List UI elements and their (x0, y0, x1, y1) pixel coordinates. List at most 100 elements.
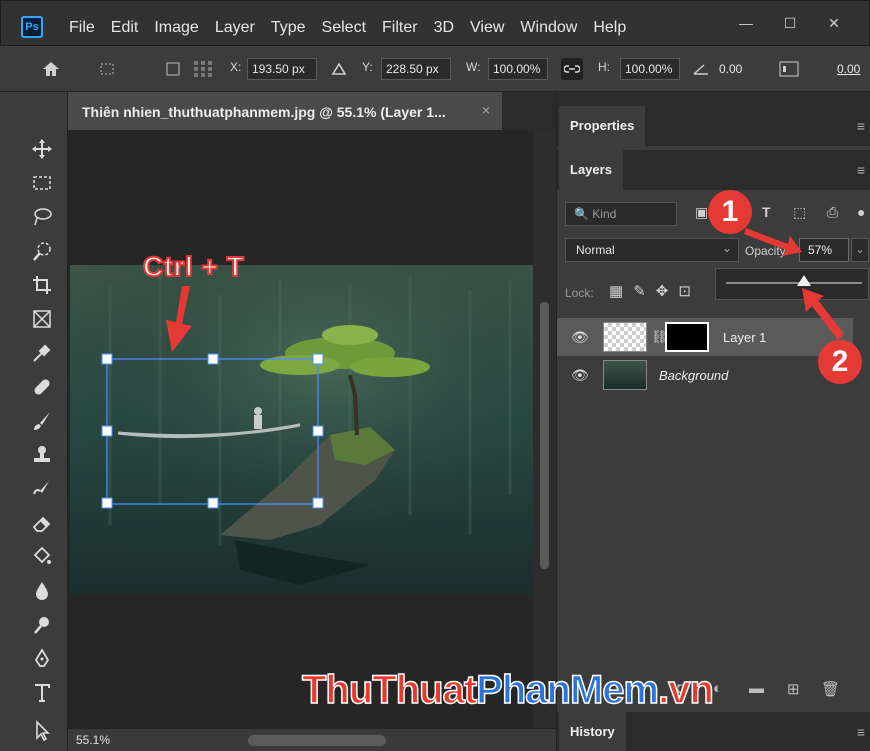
panel-menu-icon[interactable]: ≡ (857, 118, 865, 134)
h-label: H: (598, 60, 610, 74)
blend-mode-value: Normal (576, 243, 615, 257)
close-button[interactable]: ✕ (814, 9, 854, 37)
menu-image[interactable]: Image (146, 19, 206, 37)
maximize-button[interactable]: ☐ (770, 9, 810, 37)
brush-tool-icon[interactable] (27, 406, 57, 436)
angle-icon (690, 58, 712, 80)
opacity-field[interactable]: 57% (799, 238, 849, 262)
angle-field[interactable]: 0.00 (714, 58, 774, 80)
smart-object-filter-icon[interactable]: ⎙ (827, 204, 838, 221)
menu-edit[interactable]: Edit (103, 19, 147, 37)
transform-bounding-box[interactable] (100, 352, 326, 510)
type-tool-icon[interactable] (27, 678, 57, 708)
lock-artboard-icon[interactable]: ⊡ (678, 282, 691, 300)
layer-kind-filter[interactable]: 🔍 Kind (565, 202, 677, 226)
dodge-tool-icon[interactable] (27, 610, 57, 640)
panel-menu-icon[interactable]: ≡ (857, 724, 865, 740)
annotation-arrow-icon (166, 286, 192, 352)
menu-window[interactable]: Window (512, 19, 585, 37)
move-tool-icon[interactable] (27, 134, 57, 164)
zoom-level[interactable]: 55.1% (76, 733, 110, 747)
opacity-slider-thumb[interactable] (796, 275, 811, 286)
lock-image-icon[interactable]: ✎ (633, 282, 646, 300)
x-label: X: (230, 60, 242, 74)
shape-filter-icon[interactable]: ⬚ (793, 204, 806, 221)
properties-tab[interactable]: Properties (559, 106, 646, 146)
layer-mask-thumbnail[interactable] (665, 322, 709, 352)
link-icon[interactable] (561, 58, 583, 80)
close-tab-icon[interactable]: × (482, 102, 490, 118)
new-group-icon[interactable]: ▬ (749, 680, 764, 697)
eyedropper-tool-icon[interactable] (27, 338, 57, 368)
document-tab-bar: Thiên nhien_thuthuatphanmem.jpg @ 55.1% … (68, 92, 556, 130)
menu-file[interactable]: File (61, 19, 103, 37)
height-field[interactable]: 100.00% (620, 58, 680, 80)
healing-brush-tool-icon[interactable] (27, 372, 57, 402)
reference-point-checkbox[interactable] (162, 58, 184, 80)
lock-transparent-icon[interactable]: ▦ (609, 282, 623, 300)
vertical-scroll-thumb[interactable] (540, 302, 549, 569)
adjustment-layer-icon[interactable]: ◐ (713, 680, 722, 697)
menu-help[interactable]: Help (585, 19, 634, 37)
panel-menu-icon[interactable]: ≡ (857, 162, 865, 178)
opacity-slider-track[interactable] (726, 282, 862, 284)
delta-icon[interactable] (328, 58, 350, 80)
reference-point-grid-icon[interactable] (192, 58, 214, 80)
visibility-eye-icon[interactable]: 👁 (571, 329, 589, 346)
photoshop-logo: Ps (21, 16, 43, 38)
pixel-filter-icon[interactable]: ▣ (695, 204, 708, 221)
opacity-dropdown-chevron-icon[interactable]: ⌄ (851, 238, 869, 262)
y-position-field[interactable]: 228.50 px (381, 58, 451, 80)
horizontal-scroll-thumb[interactable] (248, 735, 386, 746)
pen-tool-icon[interactable] (27, 644, 57, 674)
y-label: Y: (362, 60, 373, 74)
lasso-tool-icon[interactable] (27, 202, 57, 232)
menu-3d[interactable]: 3D (426, 19, 462, 37)
crop-tool-icon[interactable] (27, 270, 57, 300)
panel-collapse-strip[interactable] (557, 92, 870, 106)
visibility-eye-icon[interactable]: 👁 (571, 367, 589, 384)
menu-select[interactable]: Select (314, 19, 374, 37)
shortcut-annotation: Ctrl + T (142, 250, 245, 283)
marquee-tool-icon[interactable] (27, 168, 57, 198)
layer-thumbnail (603, 360, 647, 390)
menu-bar: Ps File Edit Image Layer Type Select Fil… (0, 0, 870, 46)
x-position-field[interactable]: 193.50 px (247, 58, 317, 80)
menu-layer[interactable]: Layer (207, 19, 263, 37)
menu-view[interactable]: View (462, 19, 512, 37)
document-tab[interactable]: Thiên nhien_thuthuatphanmem.jpg @ 55.1% … (68, 92, 502, 130)
minimize-button[interactable]: — (726, 9, 766, 37)
filter-toggle-icon[interactable]: ● (857, 204, 865, 220)
paint-bucket-tool-icon[interactable] (27, 542, 57, 572)
history-brush-tool-icon[interactable] (27, 474, 57, 504)
blur-tool-icon[interactable] (27, 576, 57, 606)
menu-type[interactable]: Type (263, 19, 314, 37)
chevron-down-icon: ⌄ (721, 241, 732, 255)
layer-name[interactable]: Layer 1 (723, 330, 766, 345)
step-badge-2: 2 (818, 340, 862, 384)
frame-tool-icon[interactable] (27, 304, 57, 334)
options-bar: X: 193.50 px Y: 228.50 px W: 100.00% H: … (0, 46, 870, 92)
stamp-tool-icon[interactable] (27, 440, 57, 470)
width-field[interactable]: 100.00% (488, 58, 548, 80)
layer-name[interactable]: Background (659, 368, 728, 383)
menu-filter[interactable]: Filter (374, 19, 426, 37)
new-layer-icon[interactable]: ⊞ (787, 680, 800, 698)
eraser-tool-icon[interactable] (27, 508, 57, 538)
path-selection-tool-icon[interactable] (27, 716, 57, 746)
layer-thumbnail (603, 322, 647, 352)
transform-tool-icon[interactable] (96, 58, 118, 80)
opacity-slider-popup (715, 268, 869, 300)
type-filter-icon[interactable]: T (762, 204, 771, 220)
lock-position-icon[interactable]: ✥ (656, 282, 669, 300)
skew-icon (778, 58, 800, 80)
delete-layer-icon[interactable]: 🗑 (821, 680, 840, 698)
skew-field[interactable]: 0.00 (832, 58, 866, 80)
layers-tab[interactable]: Layers (559, 150, 623, 190)
quick-selection-tool-icon[interactable] (27, 236, 57, 266)
vertical-scrollbar[interactable] (533, 130, 556, 728)
history-tab[interactable]: History (559, 712, 626, 751)
layer-row-background[interactable]: 👁 Background (557, 356, 853, 394)
home-icon[interactable] (40, 58, 62, 80)
blend-mode-select[interactable]: Normal ⌄ (565, 238, 739, 262)
